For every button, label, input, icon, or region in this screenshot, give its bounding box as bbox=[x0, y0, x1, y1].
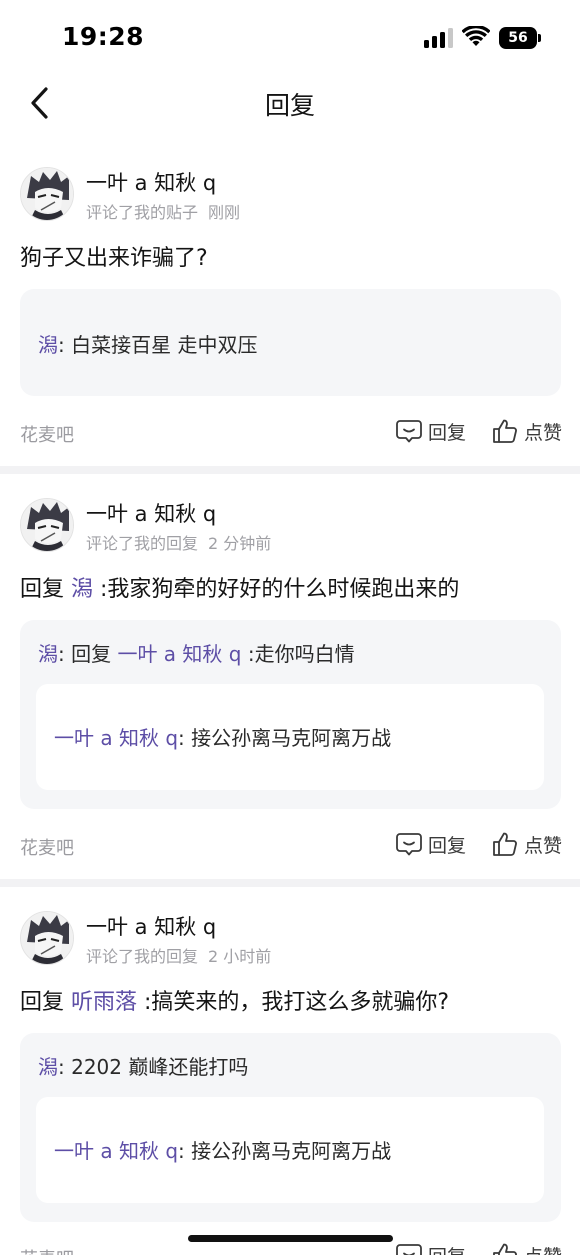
nested-quote-text: 一叶 a 知秋 q: 接公孙离马克阿离万战 bbox=[54, 722, 391, 751]
timestamp: 2 分钟前 bbox=[208, 534, 272, 553]
comment-icon bbox=[396, 1244, 422, 1255]
nested-quote-body: : 接公孙离马克阿离万战 bbox=[178, 726, 392, 750]
comment-icon bbox=[396, 833, 422, 856]
divider bbox=[0, 879, 580, 887]
avatar-image bbox=[21, 912, 73, 964]
username[interactable]: 一叶 a 知秋 q bbox=[86, 498, 216, 528]
notification-meta: 评论了我的回复 2 小时前 bbox=[86, 943, 271, 967]
timestamp: 2 小时前 bbox=[208, 947, 272, 966]
quote-body: : 白菜接百星 走中双压 bbox=[58, 333, 258, 357]
reply-button[interactable]: 回复 bbox=[396, 829, 466, 859]
avatar[interactable] bbox=[20, 498, 74, 552]
timestamp: 刚刚 bbox=[208, 203, 241, 222]
quote-prefix: : 回复 bbox=[58, 642, 118, 666]
comment-text[interactable]: 回复 听雨落 :搞笑来的，我打这么多就骗你? bbox=[20, 984, 449, 1016]
reply-prefix: 回复 bbox=[20, 577, 71, 602]
quoted-text: 潟: 2202 巅峰还能打吗 bbox=[38, 1051, 248, 1080]
nav-bar: 回复 bbox=[0, 72, 580, 134]
notification-action: 评论了我的回复 bbox=[86, 947, 199, 966]
notification-action: 评论了我的贴子 bbox=[86, 203, 199, 222]
quoted-post[interactable]: 潟: 白菜接百星 走中双压 bbox=[20, 289, 561, 396]
thumbs-up-icon bbox=[493, 832, 517, 856]
notification-card: 一叶 a 知秋 q 评论了我的贴子 刚刚 狗子又出来诈骗了? 潟: 白菜接百星 走… bbox=[0, 150, 580, 466]
quote-mention[interactable]: 一叶 a 知秋 q bbox=[117, 642, 241, 666]
comment-body: :我家狗牵的好好的什么时候跑出来的 bbox=[93, 577, 460, 602]
nested-quote[interactable]: 一叶 a 知秋 q: 接公孙离马克阿离万战 bbox=[36, 1097, 544, 1203]
forum-name[interactable]: 花麦吧 bbox=[20, 421, 74, 447]
battery-level: 56 bbox=[499, 27, 537, 49]
comment-text[interactable]: 狗子又出来诈骗了? bbox=[20, 240, 208, 272]
battery-icon: 56 bbox=[499, 27, 541, 49]
page-title: 回复 bbox=[264, 91, 315, 120]
quoted-text: 潟: 白菜接百星 走中双压 bbox=[38, 329, 257, 358]
home-indicator[interactable] bbox=[188, 1235, 393, 1242]
reply-label: 回复 bbox=[428, 1242, 466, 1255]
like-label: 点赞 bbox=[524, 421, 563, 444]
notification-meta: 评论了我的贴子 刚刚 bbox=[86, 199, 240, 223]
quote-body: :走你吗白情 bbox=[241, 642, 355, 666]
quoted-post[interactable]: 潟: 2202 巅峰还能打吗 一叶 a 知秋 q: 接公孙离马克阿离万战 bbox=[20, 1033, 561, 1222]
forum-name[interactable]: 花麦吧 bbox=[20, 834, 74, 860]
forum-name[interactable]: 花麦吧 bbox=[20, 1245, 74, 1255]
notification-action: 评论了我的回复 bbox=[86, 534, 199, 553]
status-time: 19:28 bbox=[62, 22, 145, 51]
mentioned-user[interactable]: 听雨落 bbox=[71, 990, 137, 1015]
comment-text[interactable]: 回复 潟 :我家狗牵的好好的什么时候跑出来的 bbox=[20, 571, 459, 603]
comment-body: :搞笑来的，我打这么多就骗你? bbox=[137, 990, 450, 1015]
back-icon[interactable] bbox=[28, 86, 52, 120]
like-button[interactable]: 点赞 bbox=[492, 1240, 562, 1255]
notification-card: 一叶 a 知秋 q 评论了我的回复 2 小时前 回复 听雨落 :搞笑来的，我打这么… bbox=[0, 887, 580, 1255]
reply-label: 回复 bbox=[428, 421, 467, 444]
nested-quote-body: : 接公孙离马克阿离万战 bbox=[178, 1139, 392, 1163]
nested-quote-author[interactable]: 一叶 a 知秋 q bbox=[54, 726, 178, 750]
reply-label: 回复 bbox=[428, 834, 467, 857]
mentioned-user[interactable]: 潟 bbox=[71, 577, 93, 602]
thumbs-up-icon bbox=[493, 419, 517, 443]
thumbs-up-icon bbox=[493, 1243, 517, 1255]
signal-icon bbox=[424, 28, 453, 48]
comment-icon bbox=[396, 420, 422, 443]
username[interactable]: 一叶 a 知秋 q bbox=[86, 167, 216, 197]
like-button[interactable]: 点赞 bbox=[492, 416, 562, 446]
avatar-image bbox=[21, 168, 73, 220]
like-label: 点赞 bbox=[524, 834, 563, 857]
avatar[interactable] bbox=[20, 167, 74, 221]
reply-button[interactable]: 回复 bbox=[396, 416, 466, 446]
avatar[interactable] bbox=[20, 911, 74, 965]
quote-author[interactable]: 潟 bbox=[38, 642, 58, 666]
like-button[interactable]: 点赞 bbox=[492, 829, 562, 859]
nested-quote[interactable]: 一叶 a 知秋 q: 接公孙离马克阿离万战 bbox=[36, 684, 544, 790]
notification-meta: 评论了我的回复 2 分钟前 bbox=[86, 530, 271, 554]
nested-quote-author[interactable]: 一叶 a 知秋 q bbox=[54, 1139, 178, 1163]
comment-body: 狗子又出来诈骗了? bbox=[20, 246, 208, 271]
status-bar: 19:28 56 bbox=[0, 0, 580, 72]
reply-button[interactable]: 回复 bbox=[396, 1240, 466, 1255]
battery-tip bbox=[538, 34, 541, 42]
quote-author[interactable]: 潟 bbox=[38, 1055, 58, 1079]
quote-body: : 2202 巅峰还能打吗 bbox=[58, 1055, 249, 1079]
quoted-post[interactable]: 潟: 回复 一叶 a 知秋 q :走你吗白情 一叶 a 知秋 q: 接公孙离马克… bbox=[20, 620, 561, 809]
quote-author[interactable]: 潟 bbox=[38, 333, 58, 357]
username[interactable]: 一叶 a 知秋 q bbox=[86, 911, 216, 941]
notification-card: 一叶 a 知秋 q 评论了我的回复 2 分钟前 回复 潟 :我家狗牵的好好的什么时… bbox=[0, 474, 580, 879]
divider bbox=[0, 466, 580, 474]
quoted-text: 潟: 回复 一叶 a 知秋 q :走你吗白情 bbox=[38, 638, 355, 667]
nested-quote-text: 一叶 a 知秋 q: 接公孙离马克阿离万战 bbox=[54, 1135, 391, 1164]
like-label: 点赞 bbox=[524, 1242, 562, 1255]
wifi-icon bbox=[462, 26, 490, 46]
avatar-image bbox=[21, 499, 73, 551]
reply-prefix: 回复 bbox=[20, 990, 71, 1015]
